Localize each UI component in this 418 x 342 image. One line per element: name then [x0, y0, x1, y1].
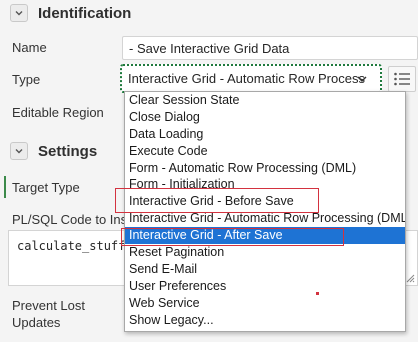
plsql-code-label: PL/SQL Code to Inse [12, 212, 135, 227]
identification-header[interactable]: Identification [0, 0, 131, 26]
collapse-toggle[interactable] [10, 4, 28, 22]
dropdown-option[interactable]: Send E-Mail [125, 261, 405, 278]
collapse-toggle[interactable] [10, 142, 28, 160]
list-icon [394, 72, 410, 86]
dropdown-option[interactable]: Interactive Grid - Automatic Row Process… [125, 210, 405, 227]
list-button[interactable] [388, 66, 416, 92]
type-select[interactable]: Interactive Grid - Automatic Row Process [120, 64, 382, 93]
target-type-marker [4, 176, 6, 198]
dropdown-option[interactable]: Interactive Grid - After Save [125, 227, 405, 245]
resize-grip-icon[interactable] [405, 273, 415, 283]
dropdown-option[interactable]: Interactive Grid - Before Save [125, 193, 405, 210]
dropdown-option[interactable]: Form - Initialization [125, 176, 405, 193]
dropdown-option[interactable]: Data Loading [125, 126, 405, 143]
dropdown-option[interactable]: Execute Code [125, 143, 405, 160]
annotation-dot [316, 292, 319, 295]
type-select-value: Interactive Grid - Automatic Row Process [128, 71, 365, 86]
target-type-label: Target Type [12, 180, 80, 195]
dropdown-option[interactable]: Reset Pagination [125, 244, 405, 261]
name-label: Name [12, 40, 47, 55]
chevron-down-icon [15, 149, 23, 154]
dropdown-option[interactable]: Show Legacy... [125, 312, 405, 329]
name-field[interactable]: - Save Interactive Grid Data [122, 36, 418, 60]
chevron-down-icon [357, 76, 367, 82]
name-value: - Save Interactive Grid Data [129, 40, 290, 56]
type-dropdown-list[interactable]: Clear Session State Close Dialog Data Load… [124, 91, 406, 332]
settings-header[interactable]: Settings [0, 138, 97, 164]
type-label: Type [12, 72, 41, 87]
editable-region-label: Editable Region [12, 105, 104, 120]
dropdown-option[interactable]: Clear Session State [125, 92, 405, 109]
prevent-lost-updates-label-line2: Updates [12, 315, 61, 330]
prevent-lost-updates-label: Prevent Lost [12, 298, 85, 313]
dropdown-option[interactable]: Close Dialog [125, 109, 405, 126]
dropdown-option[interactable]: Web Service [125, 295, 405, 312]
chevron-down-icon [15, 11, 23, 16]
dropdown-option[interactable]: Form - Automatic Row Processing (DML) [125, 160, 405, 177]
section-title-settings: Settings [38, 142, 98, 160]
dropdown-option[interactable]: User Preferences [125, 278, 405, 295]
section-title-identification: Identification [38, 4, 132, 22]
